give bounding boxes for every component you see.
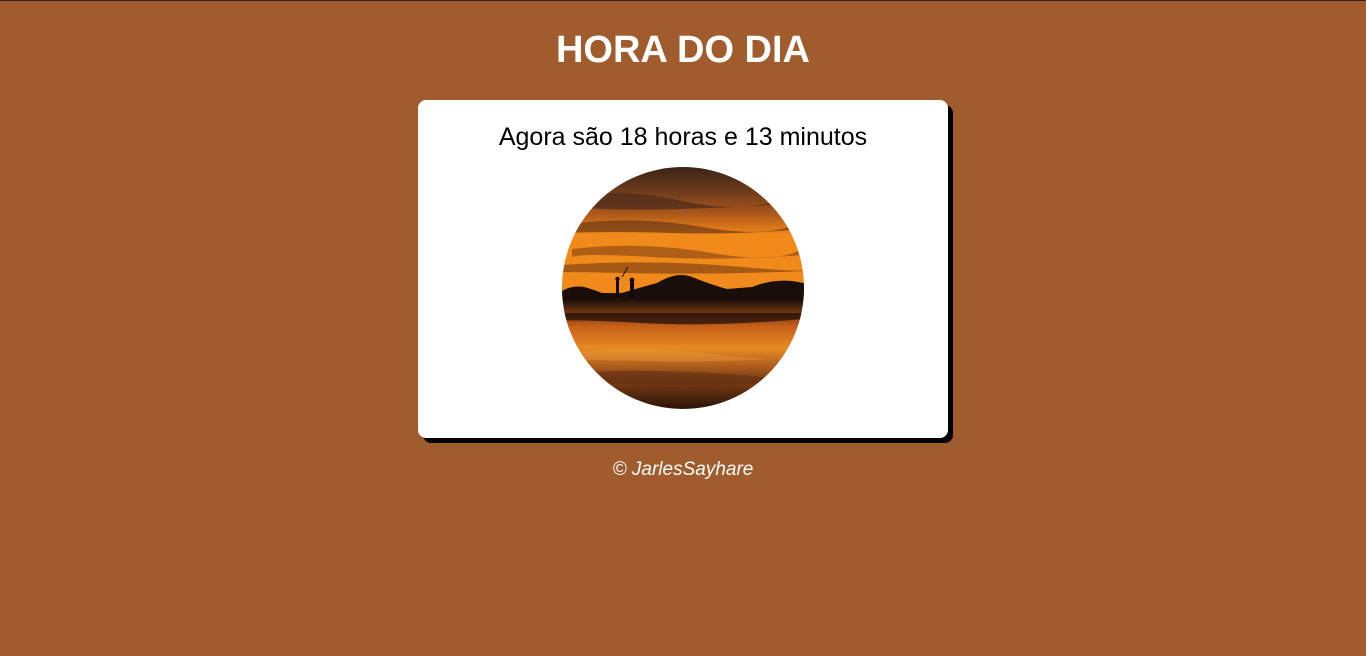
sunset-photo-icon: [562, 167, 804, 409]
time-message: Agora são 18 horas e 13 minutos: [498, 123, 868, 151]
page-header: HORA DO DIA: [0, 1, 1366, 71]
page-title: HORA DO DIA: [555, 29, 811, 71]
sunset-image: [562, 167, 804, 409]
time-card: Agora são 18 horas e 13 minutos: [418, 100, 948, 438]
copyright-text: © JarlesSayhare: [612, 459, 754, 480]
page-footer: © JarlesSayhare: [0, 458, 1366, 482]
